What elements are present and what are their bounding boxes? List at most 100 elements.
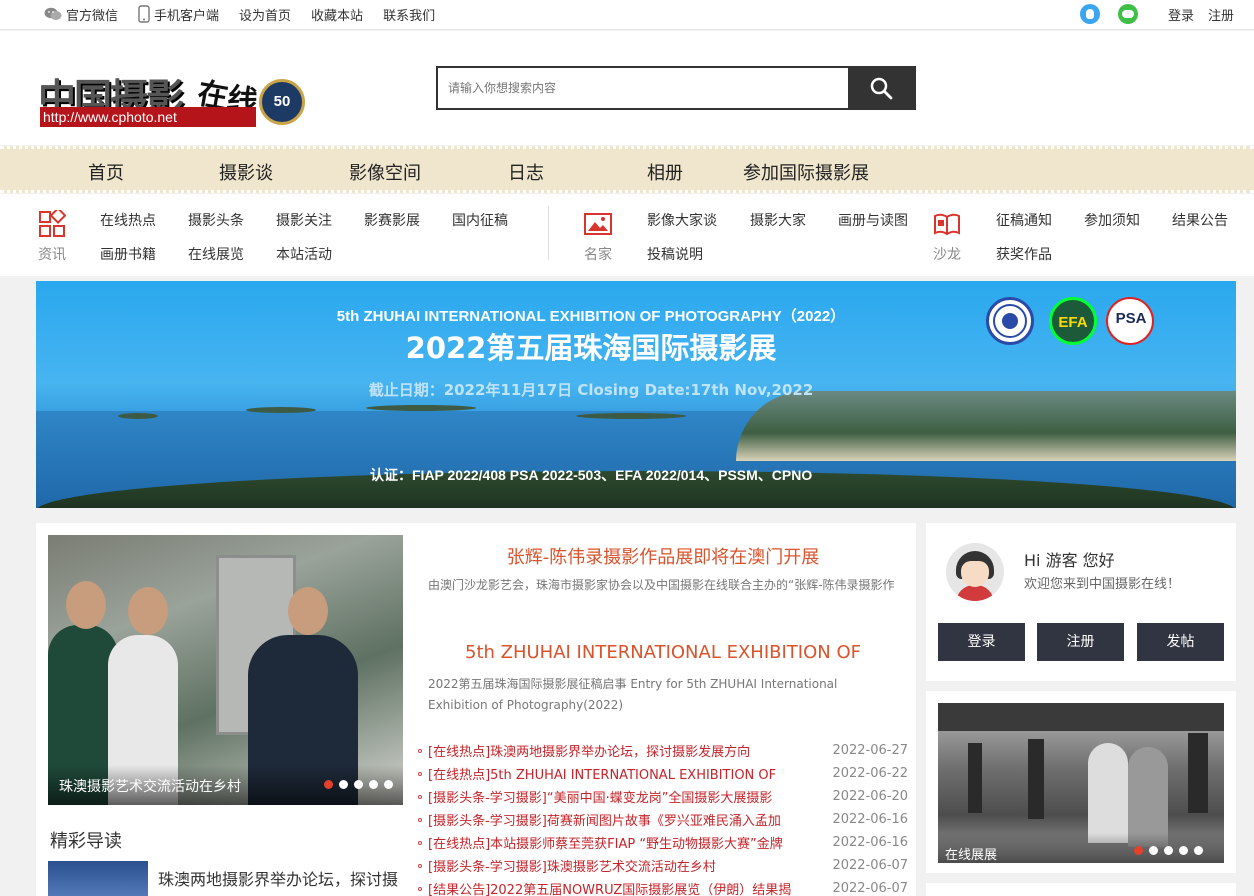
subnav-photo-masters[interactable]: 摄影大家 [750, 210, 806, 230]
set-homepage-link[interactable]: 设为首页 [239, 5, 291, 24]
news-title[interactable]: [在线热点]本站摄影师蔡至莞获FIAP “野生动物摄影大赛”金牌 [428, 833, 826, 852]
featured-section-title: 精彩导读 [50, 831, 122, 852]
news-title[interactable]: [结果公告]2022第五届NOWRUZ国际摄影展览（伊朗）结果揭 [428, 879, 826, 896]
news-row[interactable]: [摄影头条-学习摄影]荷赛新闻图片故事《罗兴亚难民涌入孟加 2022-06-16 [418, 808, 908, 831]
nav-home[interactable]: 首页 [88, 159, 124, 185]
user-panel: Hi 游客 您好 欢迎您来到中国摄影在线！ 登录 注册 发帖 [926, 523, 1236, 681]
headline-1-title[interactable]: 张辉-陈伟录摄影作品展即将在澳门开展 [428, 543, 898, 569]
nav-photo-talk[interactable]: 摄影谈 [219, 159, 273, 185]
nav-international-exhibition[interactable]: 参加国际摄影展 [743, 159, 869, 185]
mobile-client-link[interactable]: 手机客户端 [138, 5, 219, 24]
search-button[interactable] [848, 68, 914, 108]
nav-album[interactable]: 相册 [647, 159, 683, 185]
slider-dot[interactable] [324, 780, 333, 789]
avatar-face [961, 561, 989, 587]
subnav-results[interactable]: 结果公告 [1172, 210, 1228, 230]
subnav-photo-headlines[interactable]: 摄影头条 [188, 210, 244, 230]
login-button[interactable]: 登录 [938, 623, 1025, 661]
subnav-category-news[interactable]: 资讯 [32, 210, 72, 264]
subnav-entry-notes[interactable]: 参加须知 [1084, 210, 1140, 230]
top-bar: 官方微信 手机客户端 设为首页 收藏本站 联系我们 登录 注册 [0, 0, 1254, 30]
bullet-icon [418, 840, 422, 845]
featured-thumbnail[interactable] [48, 861, 148, 896]
subnav-award-works[interactable]: 获奖作品 [996, 244, 1052, 264]
subnav-contests[interactable]: 影赛影展 [364, 210, 420, 230]
grid-icon [39, 210, 66, 237]
banner-certification: 认证：FIAP 2022/408 PSA 2022-503、EFA 2022/0… [370, 467, 813, 483]
post-button[interactable]: 发帖 [1137, 623, 1224, 661]
banner-island [576, 413, 686, 419]
contact-us-link[interactable]: 联系我们 [383, 5, 435, 24]
efa-seal-icon: EFA [1049, 297, 1097, 345]
news-title[interactable]: [摄影头条-学习摄影]“美丽中国·蝶变龙岗”全国摄影大展摄影 [428, 787, 826, 806]
subnav-site-events[interactable]: 本站活动 [276, 244, 332, 264]
subnav-category-salon[interactable]: 沙龙 [927, 210, 967, 264]
subnav-submission-guide[interactable]: 投稿说明 [647, 244, 703, 264]
open-book-icon [934, 213, 960, 236]
news-date: 2022-06-16 [832, 835, 908, 850]
site-logo[interactable]: 中国摄影 在线 http://www.cphoto.net [38, 67, 260, 129]
news-row[interactable]: [在线热点]珠澳两地摄影界举办论坛，探讨摄影发展方向 2022-06-27 [418, 739, 908, 762]
slider-dot[interactable] [1134, 846, 1143, 855]
bookmark-site-link[interactable]: 收藏本站 [311, 5, 363, 24]
photo-roof [938, 703, 1224, 731]
news-title[interactable]: [摄影头条-学习摄影]荷赛新闻图片故事《罗兴亚难民涌入孟加 [428, 810, 826, 829]
subnav-albums-reading[interactable]: 画册与读图 [838, 210, 908, 230]
subnav-call-for-entries[interactable]: 征稿通知 [996, 210, 1052, 230]
avatar-body [956, 585, 994, 601]
top-register-link[interactable]: 注册 [1208, 5, 1234, 24]
news-row[interactable]: [在线热点]5th ZHUHAI INTERNATIONAL EXHIBITIO… [418, 762, 908, 785]
subnav-masters-talk[interactable]: 影像大家谈 [647, 210, 717, 230]
photo-figure [1188, 733, 1208, 813]
wechat-link[interactable]: 官方微信 [44, 5, 118, 24]
news-title[interactable]: [在线热点]5th ZHUHAI INTERNATIONAL EXHIBITIO… [428, 764, 826, 783]
qq-login-icon[interactable] [1079, 4, 1100, 24]
bullet-icon [418, 886, 422, 891]
subnav-online-exhibition[interactable]: 在线展览 [188, 244, 244, 264]
headline-2-title[interactable]: 5th ZHUHAI INTERNATIONAL EXHIBITION OF [428, 642, 898, 663]
headline-1-summary: 由澳门沙龙影艺会，珠海市摄影家协会以及中国摄影在线联合主办的“张辉-陈伟录摄影作 [428, 578, 895, 592]
exhibition-banner[interactable]: 5th ZHUHAI INTERNATIONAL EXHIBITION OF P… [36, 281, 1236, 508]
subnav-category-masters[interactable]: 名家 [578, 210, 618, 264]
subnav-online-hot[interactable]: 在线热点 [100, 210, 156, 230]
subnav-books[interactable]: 画册书籍 [100, 244, 156, 264]
nav-image-space[interactable]: 影像空间 [349, 159, 421, 185]
news-date: 2022-06-20 [832, 789, 908, 804]
banner-island [366, 405, 476, 411]
slider-dot[interactable] [354, 780, 363, 789]
news-title[interactable]: [摄影头条-学习摄影]珠澳摄影艺术交流活动在乡村 [428, 856, 826, 875]
subnav-domestic-calls[interactable]: 国内征稿 [452, 210, 508, 230]
online-exhibit-photo[interactable]: 在线展展 [938, 703, 1224, 863]
photo-slider[interactable]: 珠澳摄影艺术交流活动在乡村 [48, 535, 403, 805]
slider-dot[interactable] [1164, 846, 1173, 855]
nav-blog[interactable]: 日志 [508, 159, 544, 185]
slider-dot[interactable] [1179, 846, 1188, 855]
subnav-photo-focus[interactable]: 摄影关注 [276, 210, 332, 230]
next-panel [926, 883, 1236, 896]
slider-dot[interactable] [1194, 846, 1203, 855]
slider-dot[interactable] [1149, 846, 1158, 855]
fiap-seal-icon [986, 297, 1034, 345]
top-login-link[interactable]: 登录 [1168, 5, 1194, 24]
featured-item-title[interactable]: 珠澳两地摄影界举办论坛，探讨摄 [158, 866, 403, 890]
news-row[interactable]: [结果公告]2022第五届NOWRUZ国际摄影展览（伊朗）结果揭 2022-06-… [418, 877, 908, 896]
exhibit-slider-dots [1128, 846, 1203, 855]
register-button[interactable]: 注册 [1037, 623, 1124, 661]
subnav-divider [548, 206, 549, 260]
news-date: 2022-06-16 [832, 812, 908, 827]
news-row[interactable]: [摄影头条-学习摄影]“美丽中国·蝶变龙岗”全国摄影大展摄影 2022-06-20 [418, 785, 908, 808]
search-input[interactable] [438, 68, 848, 108]
photo-figure [1088, 743, 1128, 843]
photo-figure [1028, 739, 1044, 819]
search-icon [870, 77, 893, 100]
news-title[interactable]: [在线热点]珠澳两地摄影界举办论坛，探讨摄影发展方向 [428, 741, 826, 760]
news-row[interactable]: [在线热点]本站摄影师蔡至莞获FIAP “野生动物摄影大赛”金牌 2022-06-… [418, 831, 908, 854]
photo-figure [968, 743, 982, 813]
slider-dot[interactable] [384, 780, 393, 789]
wechat-login-icon[interactable] [1117, 4, 1138, 24]
news-date: 2022-06-22 [832, 766, 908, 781]
mobile-phone-icon [138, 5, 150, 23]
slider-dot[interactable] [339, 780, 348, 789]
slider-dot[interactable] [369, 780, 378, 789]
news-row[interactable]: [摄影头条-学习摄影]珠澳摄影艺术交流活动在乡村 2022-06-07 [418, 854, 908, 877]
